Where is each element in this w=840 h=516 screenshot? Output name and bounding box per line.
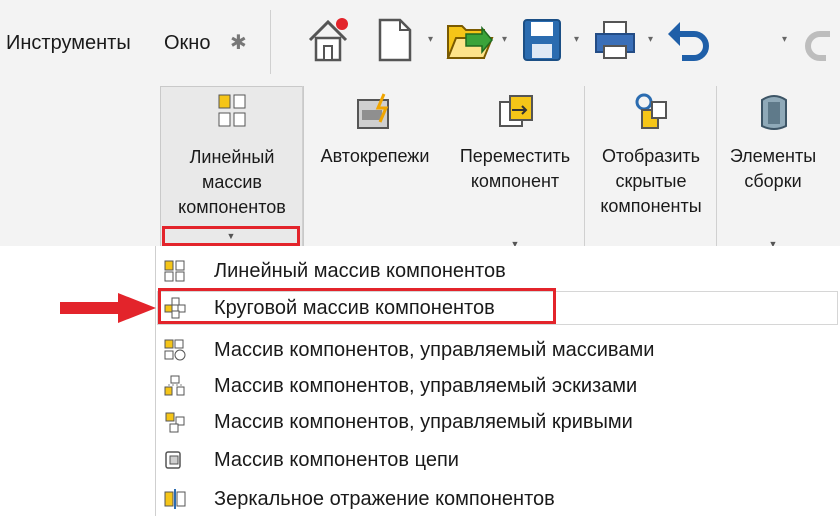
linear-pattern-button[interactable]: Линейный массив компонентов: [160, 86, 304, 247]
menu-item-label: Массив компонентов цепи: [214, 449, 459, 471]
move-component-label: Переместить компонент: [459, 146, 571, 191]
menu-item-linear-pattern[interactable]: Линейный массив компонентов: [156, 254, 840, 288]
menu-item-curve-driven[interactable]: Массив компонентов, управляемый кривыми: [156, 405, 840, 439]
show-hidden-icon: [635, 93, 667, 129]
ribbon-separator: [716, 86, 717, 246]
move-component-icon: [499, 95, 533, 127]
chain-pattern-icon: [165, 451, 181, 469]
menu-item-label: Массив компонентов, управляемый эскизами: [214, 375, 638, 397]
top-menu-bar: Инструменты Окно ✱ ▾ ▾ ▾ ▾ ▾: [0, 0, 840, 87]
sketch-driven-icon: [164, 375, 185, 396]
menu-item-sketch-driven[interactable]: Массив компонентов, управляемый эскизами: [156, 369, 840, 403]
home-icon[interactable]: [306, 16, 352, 64]
mirror-components-icon: [164, 489, 186, 509]
toolbar-separator: [270, 10, 271, 74]
ribbon-separator: [584, 86, 585, 246]
open-icon[interactable]: [444, 16, 494, 64]
linear-pattern-icon: [218, 94, 246, 127]
save-dropdown-arrow[interactable]: ▾: [574, 34, 579, 45]
menu-window[interactable]: Окно: [164, 32, 210, 55]
menu-item-label: Линейный массив компонентов: [214, 260, 506, 282]
menu-item-label: Зеркальное отражение компонентов: [214, 488, 555, 510]
linear-pattern-icon: [164, 260, 185, 282]
curve-driven-icon: [165, 412, 185, 433]
linear-pattern-label: Линейный массив компонентов: [178, 147, 286, 217]
move-component-button[interactable]: Переместить компонент ▼: [448, 86, 582, 249]
menu-tools[interactable]: Инструменты: [6, 32, 131, 55]
smart-fasteners-button[interactable]: Автокрепежи: [304, 86, 446, 246]
print-dropdown-arrow[interactable]: ▾: [648, 34, 653, 45]
new-dropdown-arrow[interactable]: ▾: [428, 34, 433, 45]
menu-item-label: Массив компонентов, управляемый массивам…: [214, 339, 655, 361]
circular-pattern-highlight-box: [158, 288, 556, 324]
pin-icon[interactable]: ✱: [230, 30, 247, 55]
assembly-features-label: Элементы сборки: [729, 146, 817, 191]
assembly-ribbon: Линейный массив компонентов Автокрепежи …: [0, 86, 840, 249]
assembly-features-button[interactable]: Элементы сборки ▼: [718, 86, 828, 249]
redo-icon[interactable]: [800, 16, 840, 64]
print-icon[interactable]: [592, 16, 638, 64]
undo-icon[interactable]: [664, 16, 714, 64]
menu-item-label: Массив компонентов, управляемый кривыми: [214, 411, 633, 433]
undo-dropdown-arrow[interactable]: ▾: [782, 34, 787, 45]
save-icon[interactable]: [520, 16, 564, 64]
show-hidden-button[interactable]: Отобразить скрытые компоненты: [588, 86, 714, 246]
assembly-features-icon: [761, 95, 787, 130]
pattern-driven-icon: [164, 339, 186, 361]
red-arrow-annotation: [60, 293, 156, 323]
new-document-icon[interactable]: [374, 16, 414, 64]
pattern-dropdown-menu: Линейный массив компонентов Круговой мас…: [155, 246, 840, 516]
menu-item-chain-pattern[interactable]: Массив компонентов цепи: [156, 443, 840, 477]
linear-pattern-dropdown-arrow[interactable]: ▼: [165, 229, 297, 243]
menu-item-pattern-driven[interactable]: Массив компонентов, управляемый массивам…: [156, 333, 840, 367]
show-hidden-label: Отобразить скрытые компоненты: [600, 146, 702, 216]
linear-pattern-dropdown-highlight[interactable]: ▼: [162, 226, 300, 246]
menu-item-mirror-components[interactable]: Зеркальное отражение компонентов: [156, 482, 840, 516]
smart-fasteners-label: Автокрепежи: [320, 146, 430, 166]
ribbon-separator: [302, 86, 303, 246]
open-dropdown-arrow[interactable]: ▾: [502, 34, 507, 45]
smart-fasteners-icon: [357, 93, 389, 129]
